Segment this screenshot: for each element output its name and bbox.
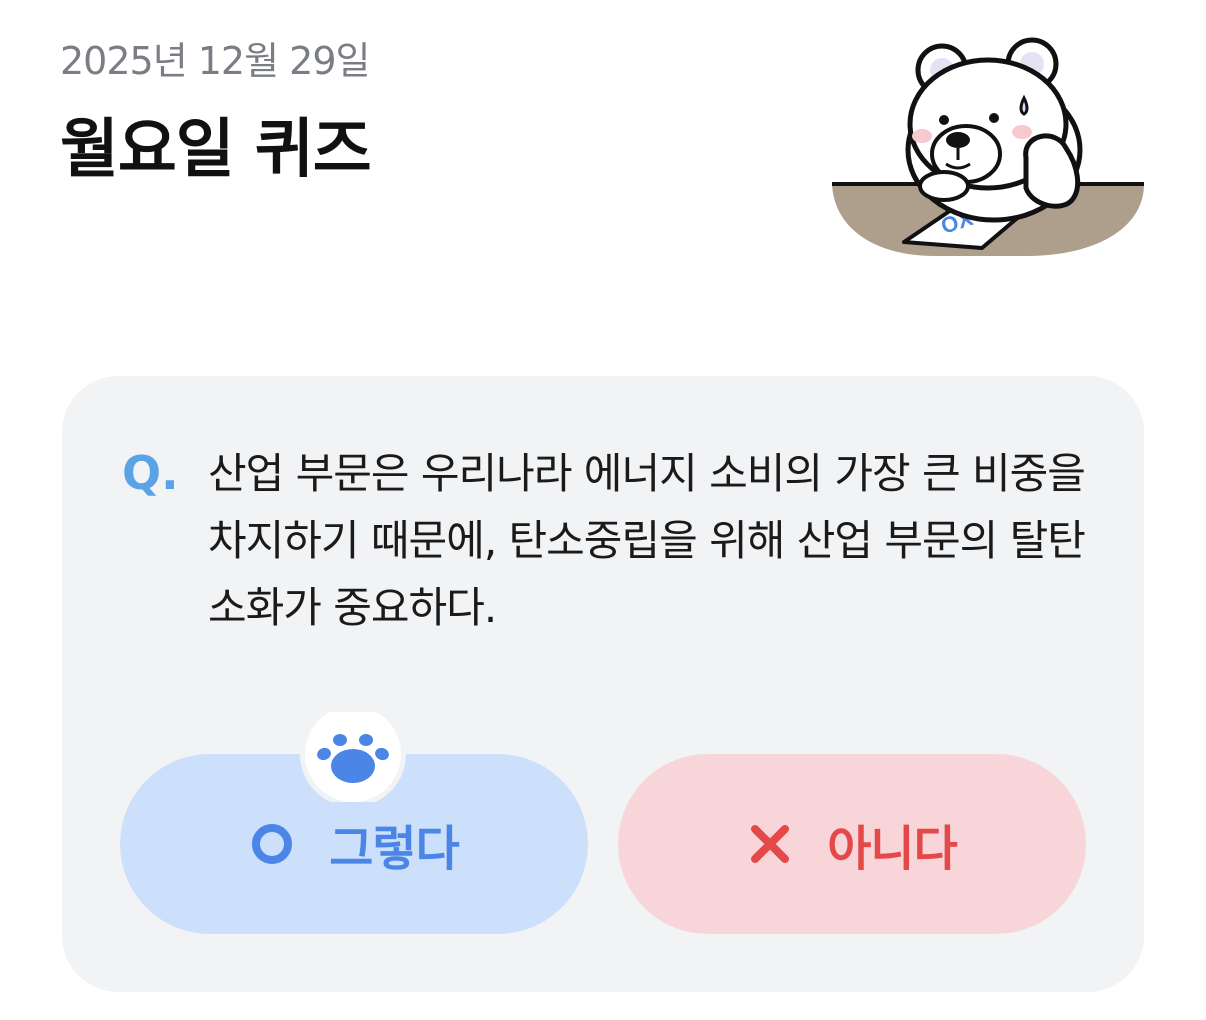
question-label: Q.: [122, 446, 179, 500]
quiz-page: 2025년 12월 29일 월요일 퀴즈 OX Q. 산업 부문은 우리나라 에…: [0, 0, 1206, 1020]
answer-yes-label: 그렇다: [329, 821, 459, 877]
answer-no-label: 아니다: [827, 821, 957, 877]
x-mark-icon: [751, 825, 790, 863]
paw-icon: [300, 712, 406, 802]
circle-o-icon: [252, 824, 293, 864]
answer-no-button[interactable]: 아니다: [618, 754, 1086, 934]
question-text: 산업 부문은 우리나라 에너지 소비의 가장 큰 비중을 차지하기 때문에, 탄…: [208, 449, 1086, 632]
quiz-card: Q. 산업 부문은 우리나라 에너지 소비의 가장 큰 비중을 차지하기 때문에…: [62, 376, 1144, 992]
page-title: 월요일 퀴즈: [60, 113, 372, 187]
quiz-date: 2025년 12월 29일: [60, 39, 370, 83]
bear-mascot-icon: OX: [832, 37, 1144, 256]
